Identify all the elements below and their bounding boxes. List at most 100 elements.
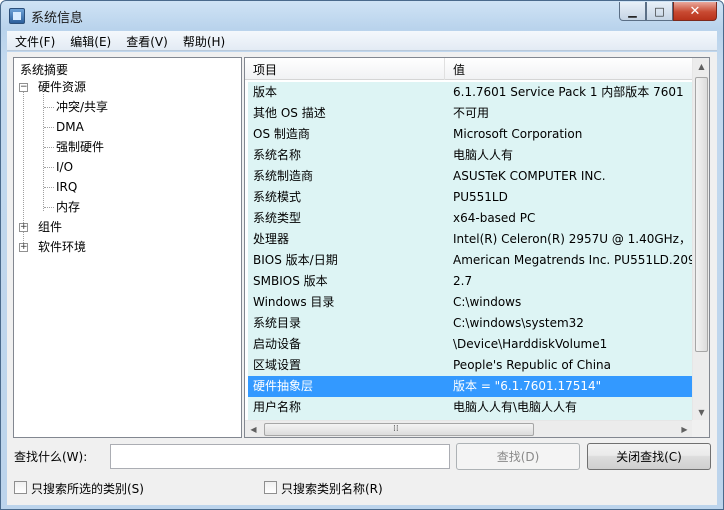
row-value-cell: 6.1.7601 Service Pack 1 内部版本 7601 [453,85,684,99]
row-item-cell: OS 制造商 [253,127,310,141]
row-value-cell: People's Republic of China [453,358,611,372]
table-row[interactable]: 系统模式 PU551LD [248,187,693,208]
vertical-scroll-thumb[interactable] [695,77,708,352]
row-value-cell: 版本 = "6.1.7601.17514" [453,379,602,393]
tree-item-forced-hardware[interactable]: 强制硬件 [56,138,104,156]
maximize-button[interactable]: □ [646,2,673,21]
row-value-cell: 2.7 [453,274,473,288]
collapse-hardware-icon[interactable]: − [19,83,28,92]
details-list[interactable]: 项目 值 版本 6.1.7601 Service Pack 1 内部版本 7601… [244,57,710,438]
menu-view[interactable]: 查看(V) [118,31,175,51]
tree-item-io[interactable]: I/O [56,158,73,176]
row-value-cell: 电脑人人有 [453,148,514,162]
row-value-cell: \Device\HarddiskVolume1 [453,337,608,351]
row-item-cell: 系统目录 [253,316,302,330]
row-item-cell: 硬件抽象层 [253,379,314,393]
category-tree[interactable]: 系统摘要 − 硬件资源 冲突/共享 DMA 强制硬件 I/O IRQ 内存 + … [13,57,242,438]
row-item-cell: 系统模式 [253,190,302,204]
maximize-icon: □ [654,4,665,18]
scroll-right-icon[interactable]: ▶ [676,421,693,437]
table-row[interactable]: 系统名称 电脑人人有 [248,145,693,166]
find-button[interactable]: 查找(D) [456,443,580,470]
tree-connector [23,85,24,245]
row-item-cell: 系统类型 [253,211,302,225]
scrollbar-corner [692,420,709,437]
table-row[interactable]: OS 制造商 Microsoft Corporation [248,124,693,145]
vertical-scrollbar[interactable]: ▲ ▼ [692,58,709,421]
row-item-cell: BIOS 版本/日期 [253,253,338,267]
column-header-item[interactable]: 项目 [245,58,445,80]
list-header: 项目 值 [245,58,693,80]
row-item-cell: 系统名称 [253,148,302,162]
row-value-cell: 电脑人人有\电脑人人有 [453,400,578,414]
table-row[interactable]: 硬件抽象层 版本 = "6.1.7601.17514" [248,376,693,397]
horizontal-scrollbar[interactable]: ◀ ⁞⁞ ▶ [245,420,693,437]
scroll-left-icon[interactable]: ◀ [245,421,262,437]
caption-buttons: ▁ □ ✕ [619,2,717,22]
expand-components-icon[interactable]: + [19,223,28,232]
table-row[interactable]: 版本 6.1.7601 Service Pack 1 内部版本 7601 [248,82,693,103]
table-row[interactable]: Windows 目录 C:\windows [248,292,693,313]
row-value-cell: x64-based PC [453,211,536,225]
table-row[interactable]: 启动设备 \Device\HarddiskVolume1 [248,334,693,355]
window-title: 系统信息 [31,11,84,26]
table-row[interactable]: 区域设置 People's Republic of China [248,355,693,376]
tree-connector [44,107,54,108]
table-row[interactable]: 用户名称 电脑人人有\电脑人人有 [248,397,693,418]
row-value-cell: Microsoft Corporation [453,127,583,141]
tree-item-irq[interactable]: IRQ [56,178,77,196]
column-header-value[interactable]: 值 [445,58,693,80]
row-item-cell: 处理器 [253,232,290,246]
scroll-down-icon[interactable]: ▼ [693,404,709,421]
tree-item-memory[interactable]: 内存 [56,198,80,216]
search-selected-category-checkbox[interactable] [14,481,27,494]
close-find-button[interactable]: 关闭查找(C) [587,443,711,470]
table-row[interactable]: BIOS 版本/日期 American Megatrends Inc. PU551… [248,250,693,271]
close-icon: ✕ [689,3,701,19]
tree-item-system-summary[interactable]: 系统摘要 [20,61,68,79]
row-value-cell: PU551LD [453,190,508,204]
row-item-cell: 区域设置 [253,358,302,372]
scroll-up-icon[interactable]: ▲ [693,58,709,75]
search-category-names-label[interactable]: 只搜索类别名称(R) [281,480,383,497]
tree-item-dma[interactable]: DMA [56,118,84,136]
tree-connector [43,94,44,211]
system-info-window: 系统信息 ▁ □ ✕ 文件(F) 编辑(E) 查看(V) 帮助(H) 系统摘要 … [0,0,724,510]
table-row[interactable]: 处理器 Intel(R) Celeron(R) 2957U @ 1.40GHz，1… [248,229,693,250]
tree-item-software-environment[interactable]: 软件环境 [38,238,86,256]
row-item-cell: SMBIOS 版本 [253,274,328,288]
row-value-cell: C:\windows\system32 [453,316,584,330]
tree-item-components[interactable]: 组件 [38,218,62,236]
row-item-cell: Windows 目录 [253,295,335,309]
menu-file[interactable]: 文件(F) [7,31,62,51]
table-row[interactable]: SMBIOS 版本 2.7 [248,271,693,292]
title-bar[interactable]: 系统信息 ▁ □ ✕ [1,1,723,31]
search-selected-category-label[interactable]: 只搜索所选的类别(S) [31,480,144,497]
tree-item-hardware-resources[interactable]: 硬件资源 [38,78,86,96]
tree-item-conflicts[interactable]: 冲突/共享 [56,98,108,116]
expand-software-icon[interactable]: + [19,243,28,252]
tree-connector [44,127,54,128]
tree-connector [44,207,54,208]
tree-connector [44,167,54,168]
menu-bar: 文件(F) 编辑(E) 查看(V) 帮助(H) [7,31,717,51]
tree-connector [44,187,54,188]
table-row[interactable]: 系统制造商 ASUSTeK COMPUTER INC. [248,166,693,187]
menu-help[interactable]: 帮助(H) [175,31,232,51]
row-item-cell: 系统制造商 [253,169,314,183]
horizontal-scroll-thumb[interactable]: ⁞⁞ [264,423,534,436]
table-row[interactable]: 其他 OS 描述 不可用 [248,103,693,124]
menu-edit[interactable]: 编辑(E) [62,31,118,51]
find-input[interactable] [110,444,450,469]
row-value-cell: C:\windows [453,295,522,309]
search-category-names-checkbox[interactable] [264,481,277,494]
table-row[interactable]: 系统目录 C:\windows\system32 [248,313,693,334]
find-label: 查找什么(W): [14,450,88,464]
row-value-cell: Intel(R) Celeron(R) 2957U @ 1.40GHz，14 [453,232,693,246]
table-row[interactable]: 系统类型 x64-based PC [248,208,693,229]
list-rows: 版本 6.1.7601 Service Pack 1 内部版本 7601 其他 OS… [248,82,693,422]
row-value-cell: 不可用 [453,106,490,120]
minimize-button[interactable]: ▁ [619,2,646,21]
row-value-cell: American Megatrends Inc. PU551LD.209, 2 [453,253,693,267]
close-button[interactable]: ✕ [673,2,717,21]
